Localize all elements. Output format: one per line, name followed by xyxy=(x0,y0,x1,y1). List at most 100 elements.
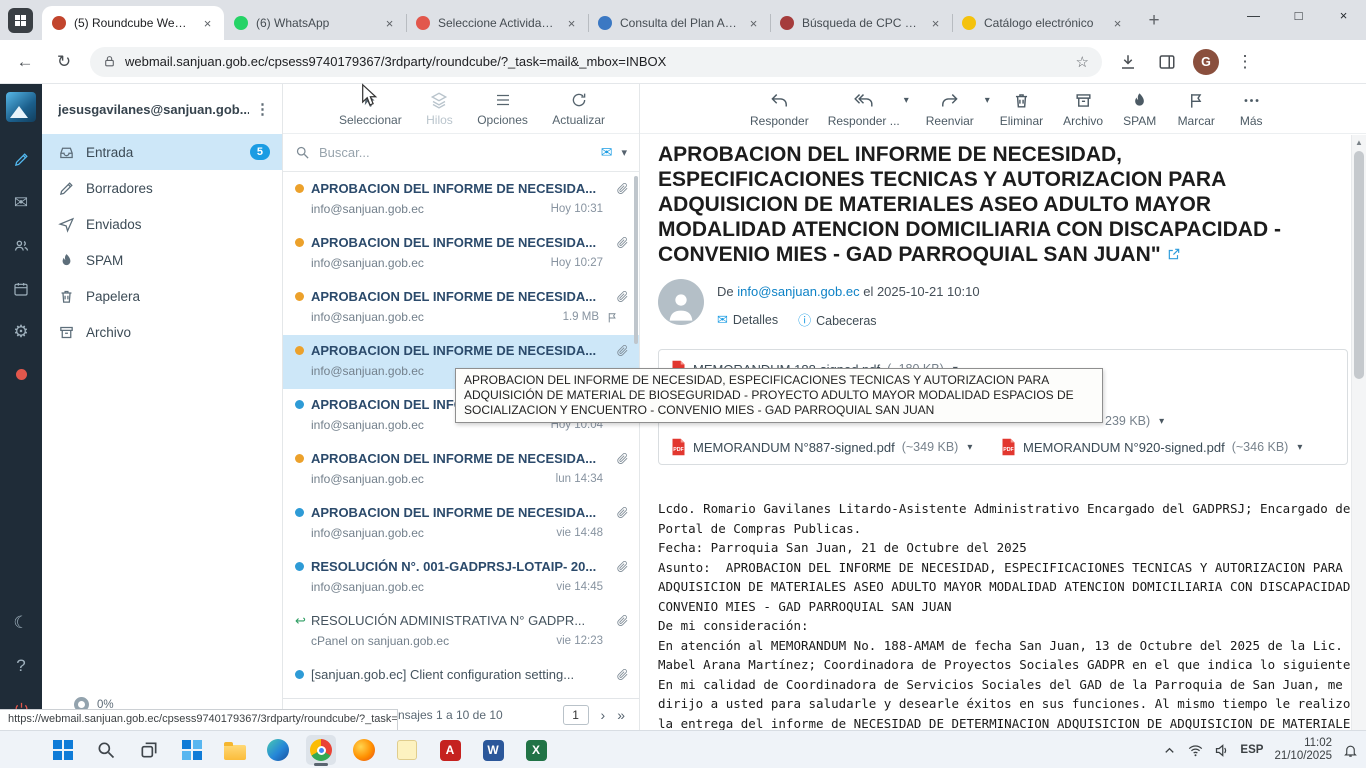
tab-busqueda-cpc[interactable]: Búsqueda de CPC e... × xyxy=(770,6,952,40)
search-input[interactable] xyxy=(319,145,592,160)
refresh-button[interactable]: Actualizar xyxy=(552,91,605,127)
message-row[interactable]: RESOLUCIÓN N°. 001-GADPRSJ-LOTAIP- 20...… xyxy=(283,551,639,605)
window-close-button[interactable]: × xyxy=(1321,0,1366,31)
tab-seleccione-actividad[interactable]: Seleccione Actividad... × xyxy=(406,6,588,40)
content-scrollbar[interactable]: ▲ xyxy=(1351,135,1366,730)
task-view-button[interactable] xyxy=(134,735,164,765)
forward-button[interactable]: ▾ Reenviar xyxy=(913,91,987,128)
message-row[interactable]: APROBACION DEL INFORME DE NECESIDA... in… xyxy=(283,443,639,497)
download-icon[interactable] xyxy=(1115,49,1141,75)
folder-options-kebab-icon[interactable]: ⋮ xyxy=(255,100,270,118)
dark-mode-moon-icon[interactable]: ☾ xyxy=(0,601,42,644)
folder-entrada[interactable]: Entrada 5 xyxy=(42,134,282,170)
support-icon[interactable] xyxy=(0,353,42,396)
folder-papelera[interactable]: Papelera xyxy=(42,278,282,314)
url-bar[interactable]: webmail.sanjuan.gob.ec/cpsess9740179367/… xyxy=(90,47,1102,77)
message-row[interactable]: APROBACION DEL INFORME DE NECESIDA... in… xyxy=(283,227,639,281)
message-row[interactable]: ↩RESOLUCIÓN ADMINISTRATIVA N° GADPR... c… xyxy=(283,605,639,659)
tab-close-icon[interactable]: × xyxy=(745,15,762,32)
excel-button[interactable]: X xyxy=(521,735,551,765)
page-number-input[interactable] xyxy=(563,705,589,725)
lock-icon[interactable] xyxy=(103,55,116,68)
word-button[interactable]: W xyxy=(478,735,508,765)
taskbar-search-button[interactable] xyxy=(91,735,121,765)
new-tab-button[interactable]: + xyxy=(1140,7,1168,35)
side-panel-icon[interactable] xyxy=(1154,49,1180,75)
tab-catalogo-electronico[interactable]: Catálogo electrónico × xyxy=(952,6,1134,40)
scroll-up-icon[interactable]: ▲ xyxy=(1352,135,1366,149)
contacts-icon[interactable] xyxy=(0,224,42,267)
folder-spam[interactable]: SPAM xyxy=(42,242,282,278)
reply-all-button[interactable]: ▾ Responder ... xyxy=(822,91,906,128)
tab-close-icon[interactable]: × xyxy=(927,15,944,32)
keyboard-language-indicator[interactable]: ESP xyxy=(1240,744,1263,756)
headers-toggle[interactable]: ⓘCabeceras xyxy=(798,310,876,329)
sender-email-link[interactable]: info@sanjuan.gob.ec xyxy=(737,284,859,299)
browser-window-icon[interactable] xyxy=(8,8,33,33)
details-toggle[interactable]: ✉Detalles xyxy=(717,312,778,328)
wifi-icon[interactable] xyxy=(1188,743,1203,758)
archive-button[interactable]: Archivo xyxy=(1056,91,1110,128)
folder-borradores[interactable]: Borradores xyxy=(42,170,282,206)
tab-roundcube[interactable]: (5) Roundcube Web... × xyxy=(42,6,224,40)
volume-icon[interactable] xyxy=(1214,743,1229,758)
reload-button[interactable]: ↻ xyxy=(51,49,77,75)
taskbar-clock[interactable]: 11:02 21/10/2025 xyxy=(1274,737,1332,763)
help-icon[interactable]: ? xyxy=(0,644,42,687)
widgets-button[interactable] xyxy=(177,735,207,765)
attachment-chip[interactable]: PDF MEMORANDUM N°887-signed.pdf (~349 KB… xyxy=(671,438,972,456)
search-scope-envelope-icon[interactable]: ✉ xyxy=(601,144,613,161)
tab-consulta-plan[interactable]: Consulta del Plan An... × xyxy=(588,6,770,40)
tab-close-icon[interactable]: × xyxy=(381,15,398,32)
window-minimize-button[interactable]: — xyxy=(1231,0,1276,31)
tray-chevron-up-icon[interactable] xyxy=(1162,743,1177,758)
profile-avatar[interactable]: G xyxy=(1193,49,1219,75)
mail-icon[interactable]: ✉ xyxy=(0,181,42,224)
calendar-icon[interactable] xyxy=(0,267,42,310)
edge-button[interactable] xyxy=(263,735,293,765)
attachment-chip[interactable]: PDF MEMORANDUM N°920-signed.pdf (~346 KB… xyxy=(1001,438,1302,456)
attachment-menu-caret-icon[interactable]: ▾ xyxy=(967,442,972,453)
message-row[interactable]: APROBACION DEL INFORME DE NECESIDA... in… xyxy=(283,497,639,551)
content-scrollbar-thumb[interactable] xyxy=(1354,151,1364,379)
forward-dropdown-icon[interactable]: ▾ xyxy=(985,95,990,106)
back-button[interactable]: ← xyxy=(12,49,38,75)
attachment-menu-caret-icon[interactable]: ▾ xyxy=(1159,416,1164,427)
attachment-menu-caret-icon[interactable]: ▾ xyxy=(1297,442,1302,453)
folder-enviados[interactable]: Enviados xyxy=(42,206,282,242)
mark-button[interactable]: Marcar xyxy=(1169,91,1223,128)
last-page-icon[interactable]: » xyxy=(617,707,625,723)
message-row[interactable]: APROBACION DEL INFORME DE NECESIDA... in… xyxy=(283,281,639,335)
spam-button[interactable]: SPAM xyxy=(1117,91,1162,128)
notification-bell-icon[interactable] xyxy=(1343,743,1358,758)
more-button[interactable]: Más xyxy=(1230,91,1272,128)
flag-icon[interactable] xyxy=(606,311,619,324)
window-maximize-button[interactable]: □ xyxy=(1276,0,1321,31)
tab-whatsapp[interactable]: (6) WhatsApp × xyxy=(224,6,406,40)
firefox-button[interactable] xyxy=(349,735,379,765)
reply-all-dropdown-icon[interactable]: ▾ xyxy=(904,95,909,106)
delete-button[interactable]: Eliminar xyxy=(994,91,1049,128)
search-options-chevron-icon[interactable]: ▾ xyxy=(621,146,627,159)
compose-icon[interactable] xyxy=(0,138,42,181)
message-row[interactable]: APROBACION DEL INFORME DE NECESIDA... in… xyxy=(283,173,639,227)
tab-close-icon[interactable]: × xyxy=(563,15,580,32)
tab-close-icon[interactable]: × xyxy=(1109,15,1126,32)
menu-kebab-icon[interactable]: ⋮ xyxy=(1232,49,1258,75)
notes-app-button[interactable] xyxy=(392,735,422,765)
file-explorer-button[interactable] xyxy=(220,735,250,765)
message-row[interactable]: [sanjuan.gob.ec] Client configuration se… xyxy=(283,659,639,698)
settings-gear-icon[interactable]: ⚙ xyxy=(0,310,42,353)
folder-archivo[interactable]: Archivo xyxy=(42,314,282,350)
list-scrollbar-thumb[interactable] xyxy=(634,176,638,344)
external-link-icon[interactable] xyxy=(1167,242,1181,267)
options-button[interactable]: Opciones xyxy=(477,91,528,127)
attachment-chip[interactable]: 239 KB) ▾ xyxy=(1105,414,1164,428)
threads-button[interactable]: Hilos xyxy=(426,91,453,127)
bookmark-star-icon[interactable]: ☆ xyxy=(1076,53,1089,71)
chrome-button[interactable] xyxy=(306,735,336,765)
tab-close-icon[interactable]: × xyxy=(199,15,216,32)
start-button[interactable] xyxy=(48,735,78,765)
next-page-icon[interactable]: › xyxy=(601,707,606,723)
acrobat-button[interactable]: A xyxy=(435,735,465,765)
